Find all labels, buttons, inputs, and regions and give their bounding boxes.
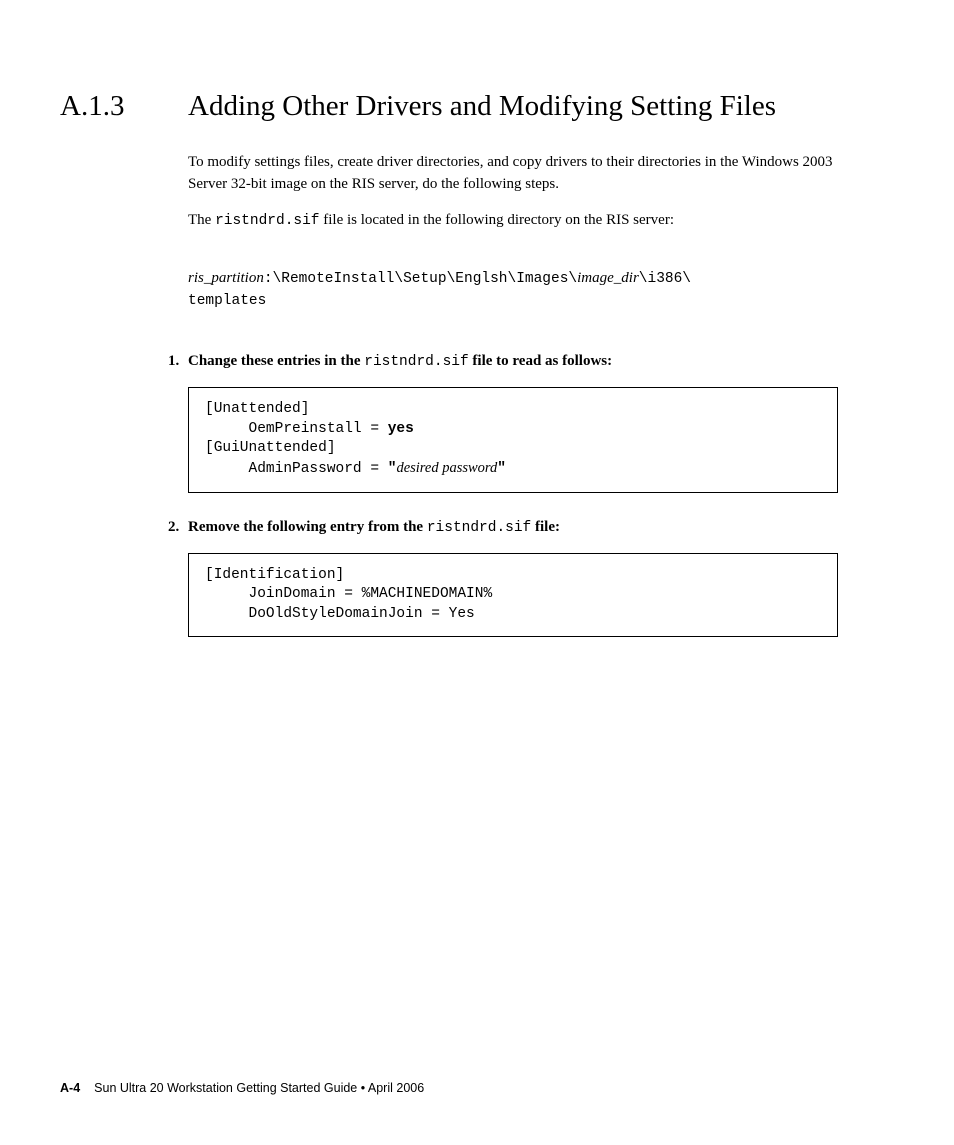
code-block-1: [Unattended] OemPreinstall = yes [GuiUna… (188, 387, 838, 492)
step-2: 2. Remove the following entry from the r… (168, 517, 874, 539)
step-text: Change these entries in the ristndrd.sif… (188, 351, 612, 373)
code-block-2: [Identification] JoinDomain = %MACHINEDO… (188, 553, 838, 638)
step-text: Remove the following entry from the rist… (188, 517, 560, 539)
step-1: 1. Change these entries in the ristndrd.… (168, 351, 874, 373)
step-number: 2. (168, 517, 188, 539)
section-number: A.1.3 (60, 88, 188, 124)
filename: ristndrd.sif (364, 354, 468, 370)
intro-paragraph-1: To modify settings files, create driver … (188, 152, 874, 196)
intro-paragraph-2: The ristndrd.sif file is located in the … (188, 210, 874, 232)
section-title: Adding Other Drivers and Modifying Setti… (188, 88, 776, 124)
page-footer: A-4 Sun Ultra 20 Workstation Getting Star… (60, 1079, 424, 1097)
filename: ristndrd.sif (427, 520, 531, 536)
path-line: ris_partition:\RemoteInstall\Setup\Engls… (188, 246, 874, 334)
footer-text: Sun Ultra 20 Workstation Getting Started… (94, 1081, 424, 1095)
filename: ristndrd.sif (215, 213, 319, 229)
page-number: A-4 (60, 1081, 80, 1095)
section-heading: A.1.3 Adding Other Drivers and Modifying… (60, 88, 874, 124)
step-number: 1. (168, 351, 188, 373)
